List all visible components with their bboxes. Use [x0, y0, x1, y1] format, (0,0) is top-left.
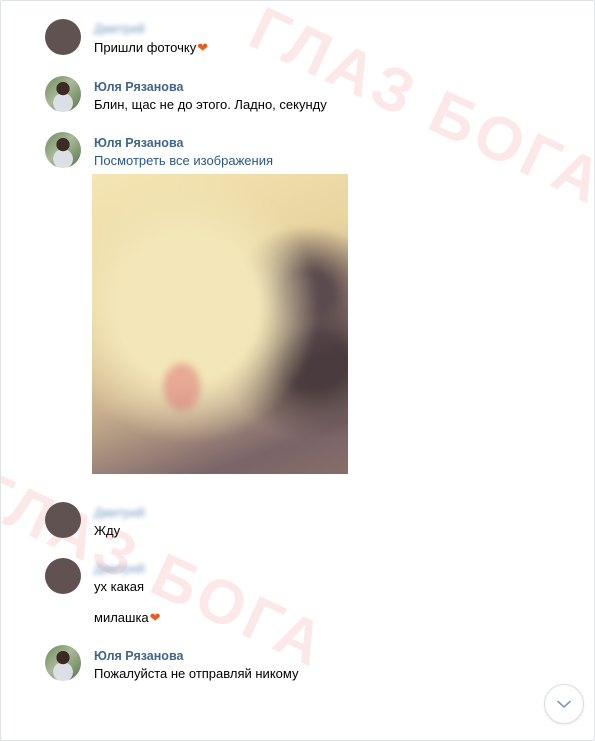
- view-all-images-link[interactable]: Посмотреть все изображения: [94, 153, 273, 168]
- message-text-content: милашка: [94, 610, 149, 625]
- message-text: ух какая: [94, 579, 145, 594]
- chat-history: ГЛАЗ БОГА ГЛАЗ БОГА Дмитрий Пришли фоточ…: [0, 0, 595, 741]
- blurred-photo: [92, 174, 348, 474]
- message-text: милашка❤: [94, 610, 161, 626]
- message-text-content: Пришли фоточку: [94, 40, 197, 55]
- avatar[interactable]: [45, 19, 81, 55]
- message-text: Блин, щас не до этого. Ладно, секунду: [94, 97, 327, 112]
- avatar[interactable]: [45, 132, 81, 168]
- sender-name[interactable]: Юля Рязанова: [94, 136, 183, 150]
- avatar[interactable]: [45, 76, 81, 112]
- avatar[interactable]: [45, 502, 81, 538]
- scroll-down-button[interactable]: [544, 684, 584, 724]
- sender-name[interactable]: Дмитрий: [94, 506, 145, 520]
- avatar[interactable]: [45, 645, 81, 681]
- heart-icon: ❤: [149, 610, 161, 625]
- message-text: Жду: [94, 523, 121, 538]
- avatar[interactable]: [45, 558, 81, 594]
- sender-name[interactable]: Дмитрий: [94, 562, 145, 576]
- sender-name[interactable]: Юля Рязанова: [94, 80, 183, 94]
- message-text: Пожалуйста не отправляй никому: [94, 666, 299, 681]
- sender-name[interactable]: Юля Рязанова: [94, 649, 183, 663]
- sender-name[interactable]: Дмитрий: [94, 22, 145, 36]
- message-text: Пришли фоточку❤: [94, 40, 208, 56]
- heart-icon: ❤: [197, 40, 209, 55]
- chevron-down-icon: [557, 700, 571, 708]
- attached-image[interactable]: [92, 174, 348, 474]
